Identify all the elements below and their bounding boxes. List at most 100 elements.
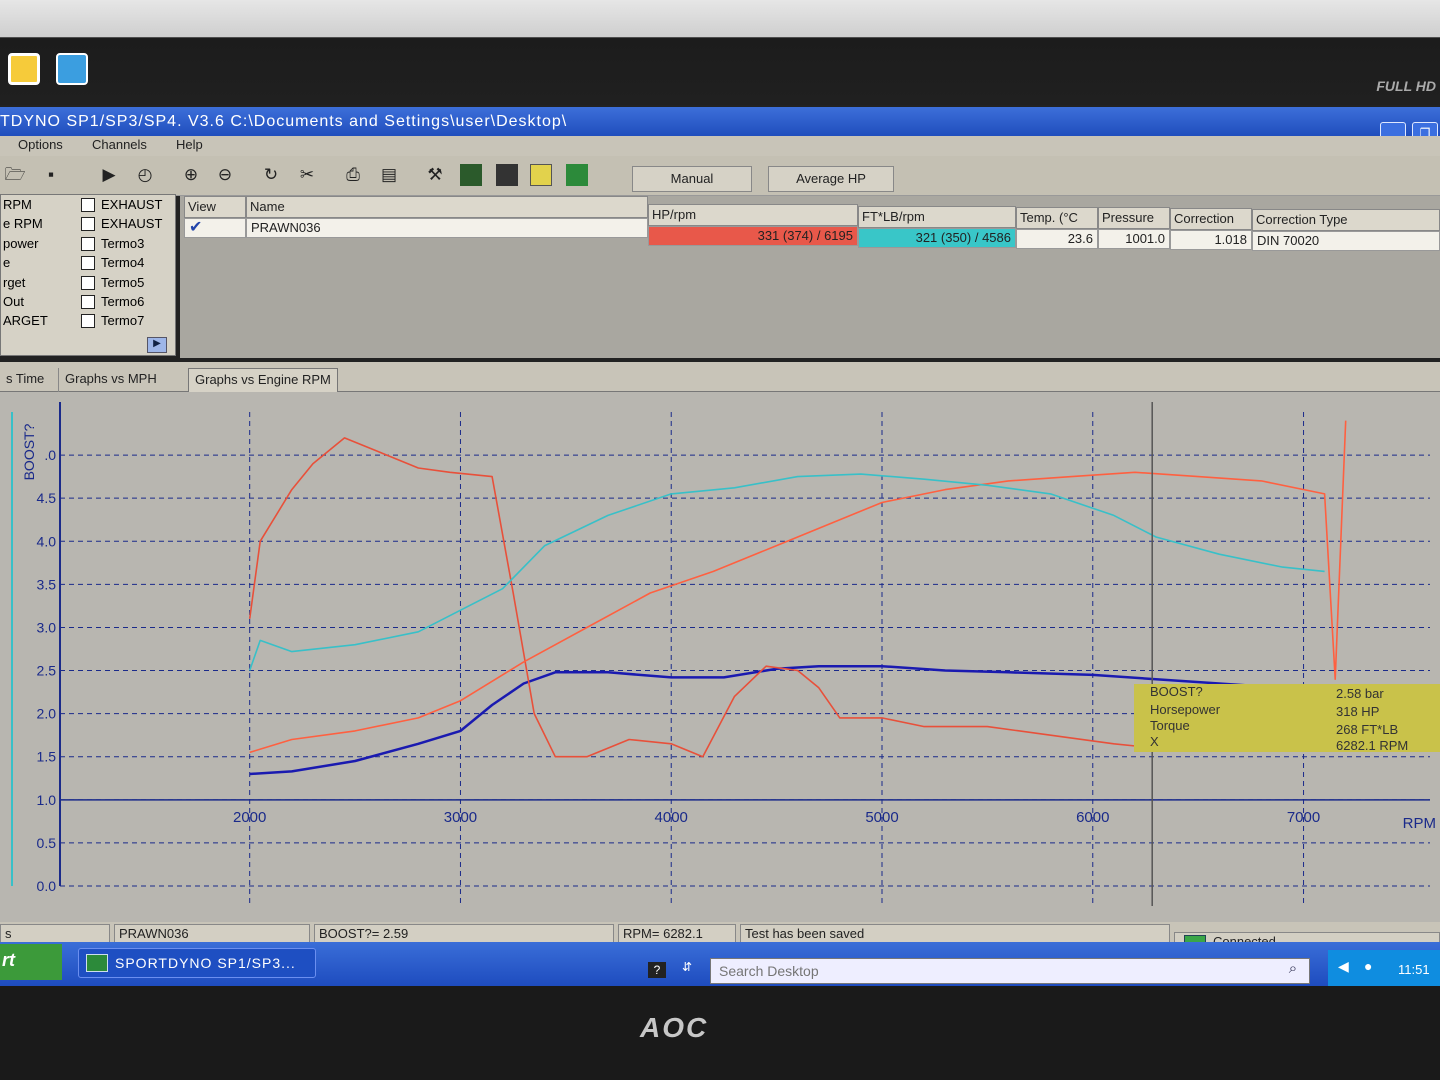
tab-graphs-vs-time[interactable]: s Time [0, 368, 50, 392]
average-hp-button[interactable]: Average HP [768, 166, 894, 192]
hp-value: 331 (374) / 6195 [648, 226, 858, 246]
run-name[interactable]: PRAWN036 [246, 218, 648, 238]
channel-checkbox[interactable] [81, 217, 95, 231]
header-hp-rpm[interactable]: HP/rpm [648, 204, 858, 226]
search-icon[interactable]: ⌕ [1278, 960, 1308, 982]
network-icon[interactable]: ● [1364, 958, 1372, 974]
cut-icon[interactable]: ✂ [296, 164, 318, 186]
channel-checkbox[interactable] [81, 256, 95, 270]
open-icon[interactable]: 🗁 [4, 164, 26, 186]
zoom-in-icon[interactable]: ⊕ [180, 164, 202, 186]
refresh-icon[interactable]: ↻ [260, 164, 282, 186]
tab-graphs-vs-mph[interactable]: Graphs vs MPH [58, 368, 163, 392]
notes-icon[interactable] [530, 164, 552, 186]
y-axis-label: BOOST? [21, 423, 37, 480]
header-correction-type[interactable]: Correction Type [1252, 209, 1440, 231]
y-tick-label: 2.0 [37, 706, 57, 722]
y-tick-label: 1.0 [37, 792, 57, 808]
y-tick-label: 4.5 [37, 490, 57, 506]
view-check-icon[interactable]: ✔ [184, 218, 246, 238]
torque-value: 321 (350) / 4586 [858, 228, 1016, 248]
sportdyno-app-icon [86, 954, 108, 972]
manual-button[interactable]: Manual [632, 166, 752, 192]
y-tick-label: 0.5 [37, 835, 57, 851]
x-tick-label: 2000 [233, 809, 266, 826]
header-view[interactable]: View [184, 196, 246, 218]
menu-help[interactable]: Help [176, 137, 203, 152]
channel-label[interactable]: rget [3, 275, 25, 290]
desktop-shortcut-icon[interactable] [8, 53, 40, 85]
toolbar-arrow-icon[interactable]: ⇵ [682, 960, 692, 974]
monitor-bezel-top [0, 0, 1440, 105]
chart-view-icon[interactable] [566, 164, 588, 186]
y-tick-label: 0.0 [37, 878, 57, 894]
status-run-name: PRAWN036 [114, 924, 310, 944]
tab-graphs-vs-engine-rpm[interactable]: Graphs vs Engine RPM [188, 368, 338, 392]
graph-tabs: s Time Graphs vs MPH Graphs vs Engine RP… [0, 362, 1440, 392]
header-pressure[interactable]: Pressure [1098, 207, 1170, 229]
energy-star-icon[interactable] [56, 53, 88, 85]
header-correction[interactable]: Correction [1170, 208, 1252, 230]
taskbar: rt SPORTDYNO SP1/SP3... ? ⇵ ⌕ ◀ ● 11:51 [0, 942, 1440, 986]
status-rpm: RPM= 6282.1 [618, 924, 736, 944]
save-icon[interactable]: ▪ [40, 164, 62, 186]
y-tick-label: .0 [44, 447, 56, 463]
channel-label[interactable]: ARGET [3, 313, 48, 328]
task-sportdyno[interactable]: SPORTDYNO SP1/SP3... [78, 948, 316, 978]
channel-label[interactable]: power [3, 236, 38, 251]
channel-checkbox-label: Termo3 [101, 236, 145, 251]
tooltip-label: X [1150, 734, 1159, 749]
channel-label[interactable]: e [3, 255, 10, 270]
search-desktop-input[interactable] [710, 958, 1310, 984]
zoom-out-icon[interactable]: ⊖ [214, 164, 236, 186]
menu-options[interactable]: Options [18, 137, 63, 152]
correction-value: 1.018 [1170, 230, 1252, 250]
window-title: TDYNO SP1/SP3/SP4. V3.6 C:\Documents and… [0, 113, 568, 130]
channel-checkbox[interactable] [81, 314, 95, 328]
header-name[interactable]: Name [246, 196, 648, 218]
cursor-tooltip: BOOST? 2.58 bar Horsepower 318 HP Torque… [1134, 684, 1440, 753]
print-preview-icon[interactable]: ⎙ [342, 164, 364, 186]
display-icon[interactable] [496, 164, 518, 186]
tooltip-label: Torque [1150, 718, 1190, 733]
results-grid: View Name HP/rpm FT*LB/rpm Temp. (°C Pre… [180, 196, 1440, 358]
start-button[interactable]: rt [0, 944, 62, 980]
channel-label[interactable]: RPM [3, 197, 32, 212]
header-temp[interactable]: Temp. (°C [1016, 207, 1098, 229]
tools-icon[interactable]: ⚒ [424, 164, 446, 186]
channel-checkbox[interactable] [81, 198, 95, 212]
monitor-bezel-bottom [0, 986, 1440, 1080]
tooltip-label: Horsepower [1150, 702, 1221, 717]
channel-panel: RPM e RPM power e rget Out ARGET EXHAUST… [0, 194, 176, 356]
x-tick-label: 4000 [655, 809, 688, 826]
channel-checkbox[interactable] [81, 276, 95, 290]
stopwatch-icon[interactable]: ◴ [134, 164, 156, 186]
channel-label[interactable]: Out [3, 294, 24, 309]
channel-checkbox-label: Termo4 [101, 255, 145, 270]
printer-icon[interactable]: ▤ [378, 164, 400, 186]
channel-checkbox[interactable] [81, 237, 95, 251]
y-tick-label: 1.5 [37, 749, 57, 765]
channel-checkbox-label: EXHAUST [101, 197, 163, 212]
graph-icon[interactable] [460, 164, 482, 186]
monitor-full-hd-label: FULL HD [1376, 78, 1436, 94]
scroll-right-icon[interactable]: ▶ [147, 337, 167, 353]
y-tick-label: 2.5 [37, 663, 57, 679]
status-message: Test has been saved [740, 924, 1170, 944]
dyno-chart[interactable]: 0.0 0.5 1.0 1.5 2.0 2.5 3.0 3.5 4.0 4.5 .0 2000 3000… [0, 392, 1440, 922]
status-boost: BOOST?= 2.59 [314, 924, 614, 944]
series-line [248, 437, 1157, 758]
help-icon[interactable]: ? [648, 962, 666, 978]
channel-checkbox-label: Termo6 [101, 294, 145, 309]
y-tick-label: 4.0 [37, 533, 57, 549]
tooltip-value: 318 HP [1336, 704, 1380, 719]
play-icon[interactable]: ▶ [98, 164, 120, 186]
menu-channels[interactable]: Channels [92, 137, 147, 152]
header-torque-rpm[interactable]: FT*LB/rpm [858, 206, 1016, 228]
status-left: s [0, 924, 110, 944]
y-tick-label: 3.5 [37, 576, 57, 592]
tray-expand-icon[interactable]: ◀ [1338, 958, 1349, 975]
channel-checkbox[interactable] [81, 295, 95, 309]
channel-label[interactable]: e RPM [3, 216, 43, 231]
toolbar: 🗁 ▪ ▶ ◴ ⊕ ⊖ ↻ ✂ ⎙ ▤ ⚒ Manual Average HP [0, 156, 1440, 196]
